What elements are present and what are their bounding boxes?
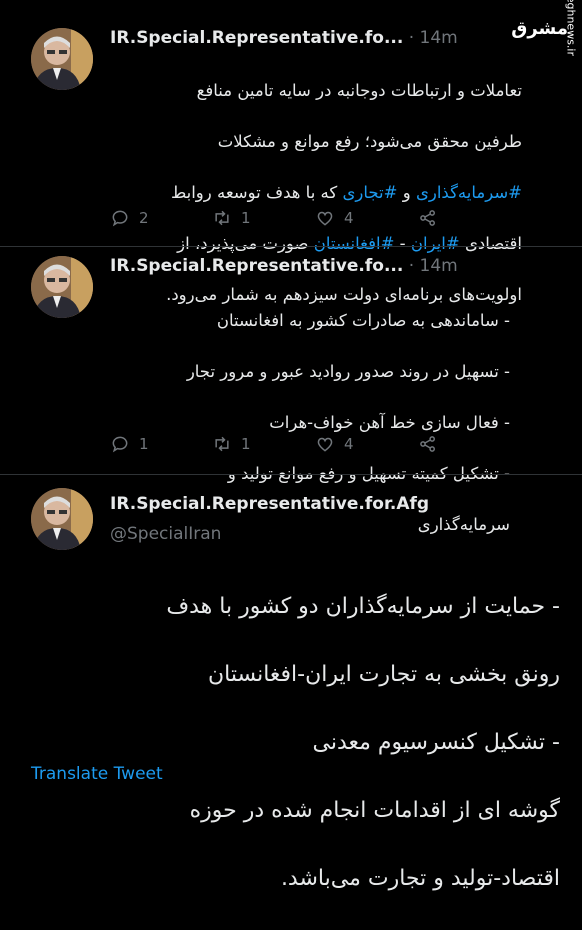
reply-button[interactable]: 1	[110, 434, 149, 454]
separator	[0, 246, 582, 247]
display-name[interactable]: IR.Special.Representative.fo...	[110, 256, 403, 276]
reply-icon	[112, 436, 128, 453]
retweet-button[interactable]: 1	[212, 434, 251, 454]
dot-separator: ·	[408, 256, 415, 276]
retweet-count: 1	[241, 435, 251, 453]
reply-count: 2	[139, 209, 149, 227]
avatar-photo	[31, 28, 93, 90]
avatar[interactable]	[31, 28, 93, 90]
separator	[0, 474, 582, 475]
tweet-line: #سرمایه‌گذاری و #تجاری که با هدف توسعه ر…	[170, 182, 522, 202]
user-handle[interactable]: @SpecialIran	[110, 524, 221, 544]
reply-button[interactable]: 2	[110, 208, 149, 228]
tweet-header: IR.Special.Representative.fo... · 14m	[110, 28, 458, 48]
avatar[interactable]	[31, 256, 93, 318]
retweet-icon	[215, 210, 229, 226]
retweet-count: 1	[241, 209, 251, 227]
display-name[interactable]: IR.Special.Representative.fo...	[110, 28, 403, 48]
avatar-photo	[31, 488, 93, 550]
translate-tweet-link[interactable]: Translate Tweet	[31, 764, 163, 784]
like-count: 4	[344, 209, 354, 227]
tweet-line: - تشکیل کنسرسیوم معدنی	[312, 730, 560, 755]
reply-count: 1	[139, 435, 149, 453]
tweet-actions: 1 1 4	[110, 434, 450, 458]
like-count: 4	[344, 435, 354, 453]
share-icon	[420, 210, 435, 226]
timestamp[interactable]: 14m	[420, 28, 458, 48]
hashtag-link[interactable]: #تجاری	[343, 183, 398, 202]
share-button[interactable]	[418, 208, 447, 228]
tweet-text: - حمایت از سرمایه‌گذاران دو کشور با هدف …	[20, 556, 560, 930]
share-icon	[420, 436, 435, 452]
tweet-line: - تسهیل در روند صدور روادید عبور و مرور …	[186, 361, 510, 381]
tweet-line: - ساماندهی به صادرات کشور به افغانستان	[216, 310, 510, 330]
tweet-header: IR.Special.Representative.fo... · 14m	[110, 256, 458, 276]
like-icon	[317, 437, 333, 452]
display-name[interactable]: IR.Special.Representative.for.Afg	[110, 494, 429, 514]
hashtag-link[interactable]: #سرمایه‌گذاری	[416, 183, 522, 202]
timestamp[interactable]: 14m	[420, 256, 458, 276]
like-button[interactable]: 4	[315, 434, 354, 454]
tweet-line: گوشه ای از اقدامات انجام شده در حوزه	[189, 798, 560, 823]
tweet-line: طرفین محقق می‌شود؛ رفع موانع و مشکلات	[217, 131, 522, 151]
tweet-header: IR.Special.Representative.for.Afg	[110, 494, 429, 514]
like-icon	[317, 211, 333, 226]
tweet-line: - حمایت از سرمایه‌گذاران دو کشور با هدف	[166, 594, 560, 619]
avatar[interactable]	[31, 488, 93, 550]
tweet-line: - فعال سازی خط آهن خواف-هرات	[269, 412, 510, 432]
tweet-3[interactable]: IR.Special.Representative.for.Afg @Speci…	[0, 476, 582, 891]
tweet-actions: 2 1 4	[110, 208, 450, 232]
tweet-line: تعاملات و ارتباطات دوجانبه در سایه تامین…	[196, 80, 522, 100]
tweet-line: رونق بخشی به تجارت ایران-افغانستان	[207, 662, 560, 687]
tweet-line: اقتصاد-تولید و تجارت می‌باشد.	[280, 866, 560, 891]
tweet-2[interactable]: IR.Special.Representative.fo... · 14m - …	[0, 248, 582, 534]
tweet-1[interactable]: IR.Special.Representative.fo... · 14m تع…	[0, 0, 582, 304]
like-button[interactable]: 4	[315, 208, 354, 228]
reply-icon	[112, 210, 128, 227]
avatar-photo	[31, 256, 93, 318]
dot-separator: ·	[408, 28, 415, 48]
retweet-button[interactable]: 1	[212, 208, 251, 228]
share-button[interactable]	[418, 434, 447, 454]
retweet-icon	[215, 436, 229, 452]
